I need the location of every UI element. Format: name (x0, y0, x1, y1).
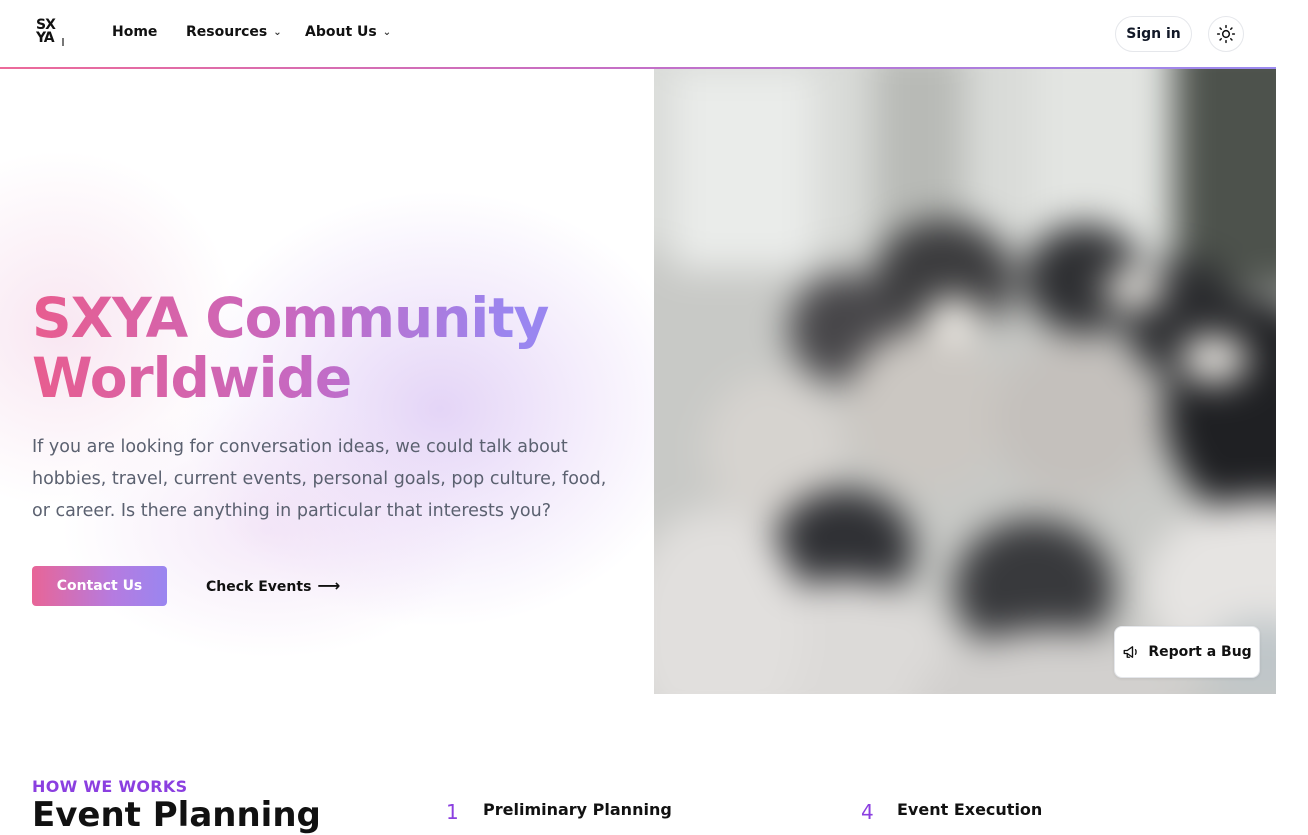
step-number: 4 (861, 800, 874, 824)
hero-community-photo (654, 69, 1276, 694)
section-eyebrow: HOW WE WORKS (32, 777, 188, 796)
hero-section: SXYA Community Worldwide If you are look… (0, 69, 654, 694)
step-title: Preliminary Planning (483, 800, 672, 819)
chevron-down-icon: ⌄ (382, 27, 392, 38)
site-logo[interactable]: SX YA (36, 18, 66, 51)
top-navbar: SX YA Home Resources ⌄ About Us ⌄ Sign in (0, 0, 1276, 69)
theme-toggle-button[interactable] (1208, 16, 1244, 52)
nav-home-link[interactable]: Home (112, 24, 157, 40)
hero-title-line1: SXYA Community (32, 286, 549, 350)
chevron-down-icon: ⌄ (273, 27, 282, 38)
megaphone-icon (1123, 646, 1138, 658)
step-title: Event Execution (897, 800, 1043, 819)
step-number: 1 (446, 800, 459, 824)
sign-in-button[interactable]: Sign in (1115, 16, 1192, 52)
report-bug-button[interactable]: Report a Bug (1114, 626, 1260, 678)
arrow-right-icon: ⟶ (317, 576, 341, 595)
hero-title: SXYA Community Worldwide (32, 288, 632, 408)
hero-title-line2: Worldwide (32, 346, 352, 410)
section-title: Event Planning (32, 795, 321, 835)
photo-placeholder (654, 69, 1276, 694)
contact-us-button[interactable]: Contact Us (32, 566, 167, 606)
nav-about-menu[interactable]: About Us ⌄ (305, 24, 391, 40)
hero-description: If you are looking for conversation idea… (32, 437, 607, 521)
nav-resources-menu[interactable]: Resources ⌄ (186, 24, 282, 40)
check-events-link[interactable]: Check Events ⟶ (206, 576, 340, 595)
sun-icon (1216, 24, 1236, 44)
